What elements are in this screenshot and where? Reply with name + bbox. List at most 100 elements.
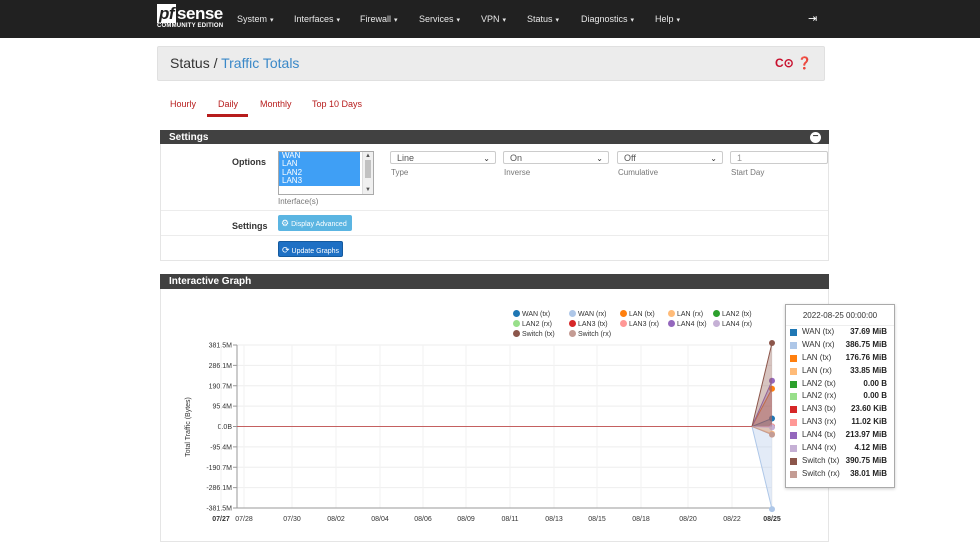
- legend-dot-icon: [713, 320, 720, 327]
- series-swatch: [790, 355, 797, 362]
- tooltip-series-value: 37.69 MiB: [850, 326, 887, 339]
- series-line: [237, 418, 772, 426]
- series-swatch: [790, 471, 797, 478]
- legend-item[interactable]: LAN2 (rx): [513, 320, 552, 328]
- tooltip-row: LAN3 (tx) 23.60 KiB: [786, 403, 894, 416]
- legend-label: LAN (tx): [629, 311, 655, 318]
- series-line: [237, 427, 772, 434]
- series-line: [237, 389, 772, 427]
- legend-dot-icon: [668, 320, 675, 327]
- series-swatch: [790, 406, 797, 413]
- legend-item[interactable]: LAN3 (tx): [569, 320, 608, 328]
- tooltip-row: LAN (rx)33.85 MiB: [786, 365, 894, 378]
- series-point: [769, 340, 775, 346]
- y-tick-label: 0.0B: [218, 424, 233, 431]
- tooltip-row: LAN2 (rx) 0.00 B: [786, 390, 894, 403]
- legend-label: LAN2 (tx): [722, 311, 752, 318]
- series-line: [237, 427, 772, 435]
- x-tick-label: 08/06: [414, 516, 432, 523]
- tooltip-series-name: LAN (tx): [802, 352, 831, 365]
- tooltip-series-value: 0.00 B: [863, 390, 887, 403]
- tooltip-title: 2022-08-25 00:00:00: [786, 305, 894, 326]
- tooltip-series-value: 213.97 MiB: [846, 429, 887, 442]
- tooltip-series-value: 38.01 MiB: [850, 468, 887, 481]
- legend-dot-icon: [668, 310, 675, 317]
- tooltip-series-value: 386.75 MiB: [846, 339, 887, 352]
- tooltip-series-name: Switch (rx): [802, 468, 840, 481]
- series-swatch: [790, 368, 797, 375]
- series-swatch: [790, 329, 797, 336]
- legend-label: Switch (tx): [522, 331, 555, 338]
- x-tick-label: 08/15: [588, 516, 606, 523]
- legend-item[interactable]: LAN (tx): [620, 310, 655, 318]
- legend-dot-icon: [620, 310, 627, 317]
- series-swatch: [790, 393, 797, 400]
- legend-item[interactable]: WAN (tx): [513, 310, 550, 318]
- tooltip-row: WAN (tx) 37.69 MiB: [786, 326, 894, 339]
- y-tick-label: -381.5M: [206, 506, 232, 513]
- legend-item[interactable]: LAN (rx): [668, 310, 703, 318]
- tooltip-series-name: LAN2 (rx): [802, 390, 836, 403]
- legend-item[interactable]: LAN2 (tx): [713, 310, 752, 318]
- legend-dot-icon: [569, 310, 576, 317]
- legend-item[interactable]: Switch (rx): [569, 330, 611, 338]
- y-tick-label: 190.7M: [209, 383, 233, 390]
- tooltip-series-name: LAN3 (rx): [802, 416, 836, 429]
- x-tick-label: 07/28: [235, 516, 253, 523]
- legend-item[interactable]: Switch (tx): [513, 330, 555, 338]
- tooltip-series-name: WAN (tx): [802, 326, 834, 339]
- tooltip-row: Switch (rx) 38.01 MiB: [786, 468, 894, 481]
- series-swatch: [790, 419, 797, 426]
- x-tick-label: 08/18: [632, 516, 650, 523]
- tooltip-series-value: 4.12 MiB: [855, 442, 887, 455]
- x-tick-label: 08/02: [327, 516, 345, 523]
- legend-label: LAN3 (rx): [629, 321, 659, 328]
- legend-item[interactable]: LAN4 (tx): [668, 320, 707, 328]
- tooltip-row: LAN2 (tx) 0.00 B: [786, 378, 894, 391]
- y-tick-label: 381.5M: [209, 343, 233, 350]
- chart-tooltip: 2022-08-25 00:00:00 WAN (tx)37.69 MiBWAN…: [785, 304, 895, 488]
- series-swatch: [790, 445, 797, 452]
- tooltip-row: LAN3 (rx) 11.02 KiB: [786, 416, 894, 429]
- x-tick-label: 07/27: [212, 516, 230, 523]
- y-tick-label: 95.4M: [213, 404, 233, 411]
- x-tick-label: 08/25: [763, 516, 781, 523]
- tooltip-series-value: 0.00 B: [863, 378, 887, 391]
- tooltip-row: Switch (tx)390.75 MiB: [786, 455, 894, 468]
- tooltip-row: LAN4 (rx) 4.12 MiB: [786, 442, 894, 455]
- y-tick-label: -190.7M: [206, 465, 232, 472]
- tooltip-series-name: LAN4 (rx): [802, 442, 836, 455]
- tooltip-row: LAN4 (tx)213.97 MiB: [786, 429, 894, 442]
- x-tick-label: 07/30: [283, 516, 301, 523]
- legend-item[interactable]: LAN4 (rx): [713, 320, 752, 328]
- series-swatch: [790, 342, 797, 349]
- legend-item[interactable]: LAN3 (rx): [620, 320, 659, 328]
- tooltip-row: LAN (tx) 176.76 MiB: [786, 352, 894, 365]
- y-axis-label: Total Traffic (Bytes): [185, 397, 192, 457]
- series-point: [769, 506, 775, 512]
- legend-label: WAN (rx): [578, 311, 607, 318]
- series-swatch: [790, 458, 797, 465]
- legend-item[interactable]: WAN (rx): [569, 310, 607, 318]
- legend-dot-icon: [513, 330, 520, 337]
- series-swatch: [790, 381, 797, 388]
- legend-dot-icon: [713, 310, 720, 317]
- tooltip-series-name: LAN2 (tx): [802, 378, 836, 391]
- series-line: [237, 381, 772, 427]
- legend-label: LAN4 (rx): [722, 321, 752, 328]
- series-line: [237, 427, 772, 510]
- legend-label: LAN2 (rx): [522, 321, 552, 328]
- tooltip-row: WAN (rx) 386.75 MiB: [786, 339, 894, 352]
- tooltip-series-value: 23.60 KiB: [851, 403, 887, 416]
- tooltip-series-value: 176.76 MiB: [846, 352, 887, 365]
- legend-label: LAN (rx): [677, 311, 703, 318]
- x-tick-label: 08/11: [502, 516, 519, 523]
- series-point: [769, 432, 775, 438]
- tooltip-series-name: WAN (rx): [802, 339, 835, 352]
- y-tick-label: -286.1M: [206, 485, 232, 492]
- legend-dot-icon: [569, 330, 576, 337]
- tooltip-series-name: LAN3 (tx): [802, 403, 836, 416]
- series-swatch: [790, 432, 797, 439]
- tooltip-series-value: 11.02 KiB: [851, 416, 887, 429]
- x-tick-label: 08/13: [545, 516, 563, 523]
